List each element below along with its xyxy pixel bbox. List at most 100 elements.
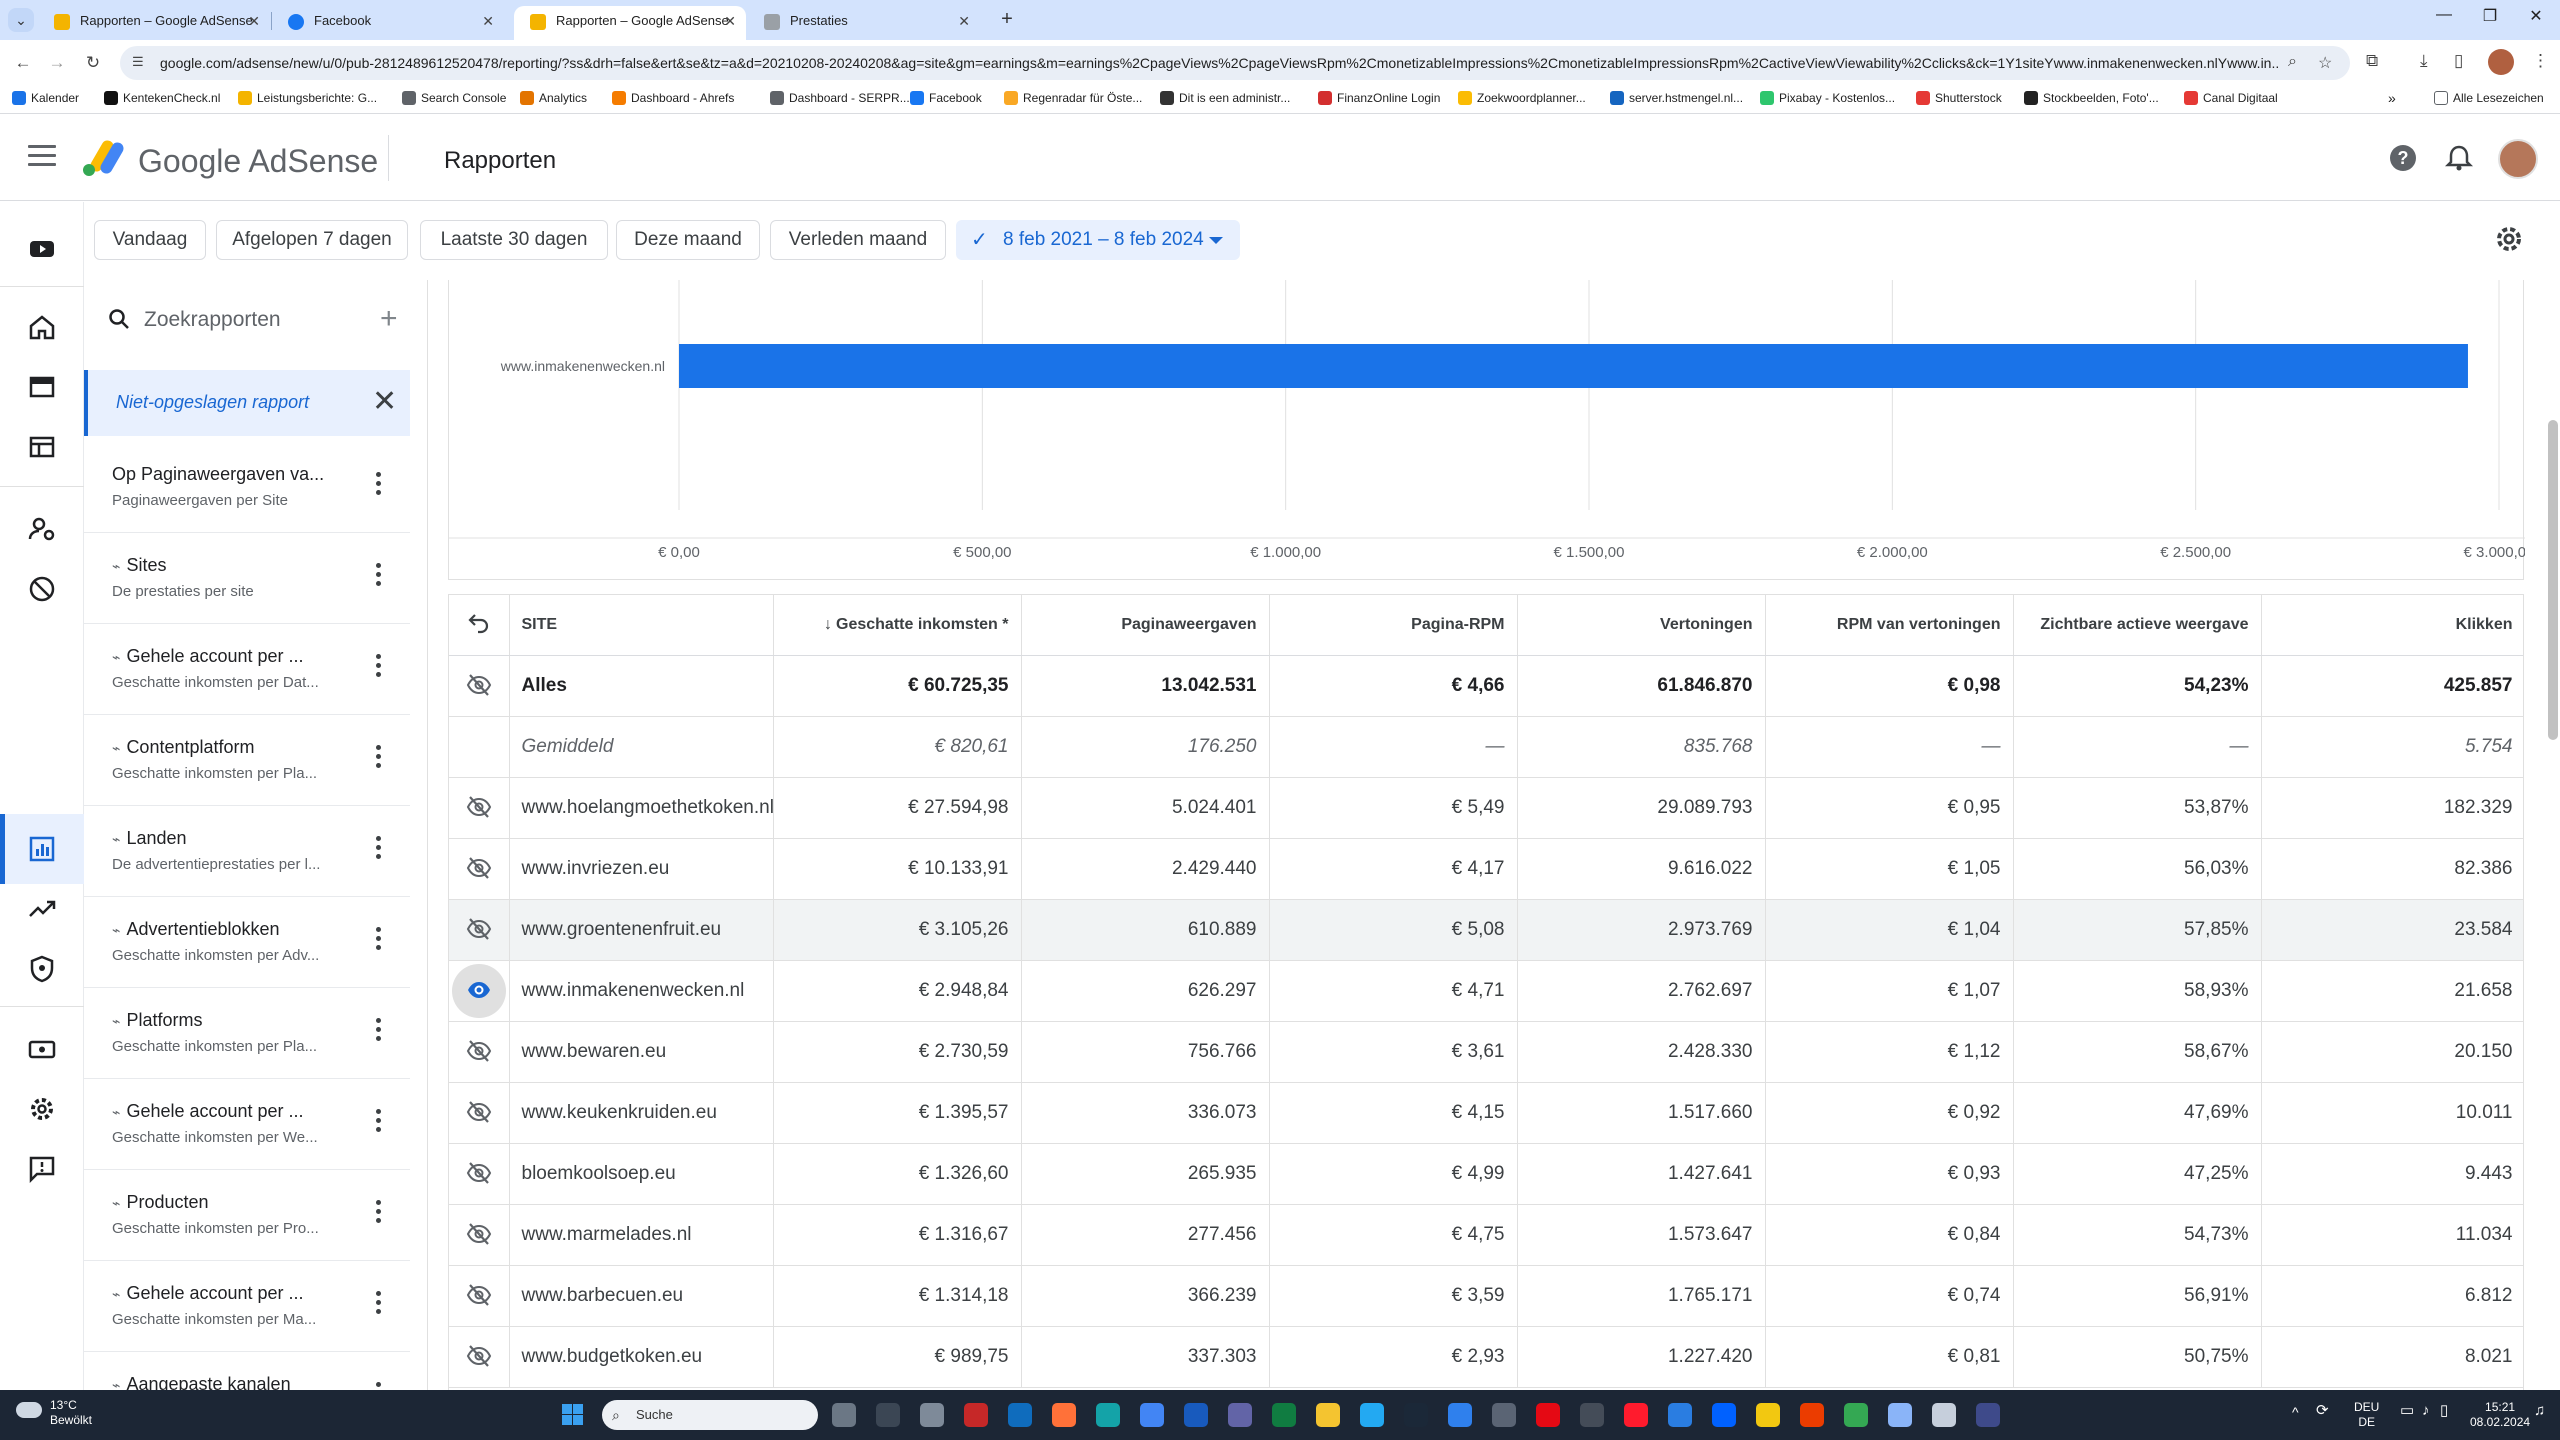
saved-report-item[interactable]: ⌁ Advertentieblokken Geschatte inkomsten p…: [84, 897, 410, 988]
more-vert-icon[interactable]: [376, 745, 382, 771]
volume-icon[interactable]: ♪: [2422, 1403, 2430, 1418]
privacy-messaging-icon[interactable]: [27, 514, 57, 544]
camera-icon[interactable]: [1580, 1403, 1604, 1427]
excel-icon[interactable]: [1272, 1403, 1296, 1427]
bookmark-item[interactable]: Shutterstock: [1916, 91, 2002, 105]
column-header-earnings[interactable]: ↓ Geschatte inkomsten *: [773, 595, 1022, 656]
table-row[interactable]: www.invriezen.eu € 10.133,91 2.429.440 € 4,…: [449, 838, 2523, 900]
minimize-icon[interactable]: —: [2424, 6, 2464, 24]
table-row[interactable]: www.bewaren.eu € 2.730,59 756.766 € 3,61 2.4…: [449, 1021, 2523, 1083]
optimization-trend-icon[interactable]: [27, 894, 57, 924]
visibility-toggle[interactable]: [449, 777, 510, 839]
zoom-icon[interactable]: ⌕: [2288, 53, 2297, 71]
chip-today[interactable]: Vandaag: [94, 220, 206, 260]
table-row[interactable]: www.keukenkruiden.eu € 1.395,57 336.073 € 4…: [449, 1082, 2523, 1144]
new-tab-plus-icon[interactable]: +: [995, 8, 1019, 32]
more-vert-icon[interactable]: [376, 927, 382, 953]
more-vert-icon[interactable]: [376, 836, 382, 862]
close-icon[interactable]: ✕: [372, 384, 397, 419]
saved-report-item[interactable]: ⌁ Contentplatform Geschatte inkomsten per …: [84, 715, 410, 806]
bookmark-item[interactable]: KentekenCheck.nl: [104, 91, 220, 105]
help-icon[interactable]: ?: [2388, 143, 2418, 173]
bookmark-item[interactable]: Kalender: [12, 91, 79, 105]
table-row[interactable]: Gemiddeld € 820,61 176.250—835.768— —5.754: [449, 716, 2523, 778]
saved-report-item[interactable]: ⌁ Platforms Geschatte inkomsten per Pla...: [84, 988, 410, 1079]
calendar-icon[interactable]: [1228, 1403, 1252, 1427]
main-menu-icon[interactable]: [28, 145, 56, 167]
more-vert-icon[interactable]: [376, 1291, 382, 1317]
outlook-icon[interactable]: [1008, 1403, 1032, 1427]
more-vert-icon[interactable]: [376, 472, 382, 498]
column-header-impression-rpm[interactable]: RPM van vertoningen: [1765, 595, 2014, 656]
saved-report-item[interactable]: ⌁ Gehele account per ... Geschatte inkomst…: [84, 1261, 410, 1352]
filezilla-icon[interactable]: [964, 1403, 988, 1427]
sync-icon[interactable]: ⟳: [2316, 1403, 2329, 1418]
browser-menu-icon[interactable]: ⋮: [2532, 51, 2549, 71]
tab-search-chevron-icon[interactable]: ⌄: [8, 8, 34, 32]
main-scrollbar[interactable]: [2548, 420, 2558, 740]
calculator-icon[interactable]: [1492, 1403, 1516, 1427]
visibility-toggle[interactable]: [449, 960, 510, 1022]
battery-icon[interactable]: ▯: [2440, 1403, 2448, 1418]
sites-icon[interactable]: [27, 432, 57, 462]
app-icon[interactable]: [1668, 1403, 1692, 1427]
side-panel-icon[interactable]: ▯: [2454, 51, 2463, 71]
visibility-toggle[interactable]: [449, 899, 510, 961]
reports-icon[interactable]: [27, 834, 57, 864]
photos-icon[interactable]: [1844, 1403, 1868, 1427]
url-text[interactable]: google.com/adsense/new/u/0/pub-281248961…: [160, 55, 2280, 71]
saved-report-item[interactable]: ⌁ Sites De prestaties per site: [84, 533, 410, 624]
restore-icon[interactable]: ❐: [2470, 6, 2510, 26]
bookmark-item[interactable]: FinanzOnline Login: [1318, 91, 1440, 105]
notepad-icon[interactable]: [1448, 1403, 1472, 1427]
bookmark-item[interactable]: Facebook: [910, 91, 982, 105]
steam-icon[interactable]: [1404, 1403, 1428, 1427]
dropbox-icon[interactable]: [1712, 1403, 1736, 1427]
tray-overflow-chevron-icon[interactable]: ^: [2292, 1405, 2299, 1420]
notification-bell-icon[interactable]: ♫: [2534, 1403, 2545, 1418]
saved-report-item[interactable]: ⌁ Aangepaste kanalen: [84, 1352, 410, 1390]
add-report-plus-icon[interactable]: +: [380, 302, 398, 336]
saved-report-item[interactable]: Op Paginaweergaven va... Paginaweergaven …: [84, 442, 410, 533]
visibility-toggle[interactable]: [449, 838, 510, 900]
more-vert-icon[interactable]: [376, 1109, 382, 1135]
windows-start-icon[interactable]: [562, 1404, 584, 1426]
browser-tab[interactable]: Rapporten – Google AdSense ✕: [38, 6, 270, 40]
reset-icon[interactable]: [449, 595, 510, 656]
chip-last-30-days[interactable]: Laatste 30 dagen: [420, 220, 608, 260]
other-bookmarks[interactable]: Alle Lesezeichen: [2434, 91, 2544, 105]
netflix-icon[interactable]: [1536, 1403, 1560, 1427]
saved-report-item[interactable]: ⌁ Landen De advertentieprestaties per l...: [84, 806, 410, 897]
column-header-clicks[interactable]: Klikken: [2261, 595, 2523, 656]
bookmark-item[interactable]: Regenradar für Öste...: [1004, 91, 1142, 105]
task-view-icon[interactable]: [832, 1403, 856, 1427]
widgets-icon[interactable]: [876, 1403, 900, 1427]
visibility-toggle[interactable]: [449, 1204, 510, 1266]
clock[interactable]: 15:21 08.02.2024: [2470, 1400, 2530, 1430]
saved-report-item[interactable]: ⌁ Gehele account per ... Geschatte inkomst…: [84, 624, 410, 715]
back-arrow-icon[interactable]: ←: [10, 50, 36, 76]
account-avatar[interactable]: [2498, 139, 2538, 179]
visibility-toggle[interactable]: [449, 1265, 510, 1327]
site-info-icon[interactable]: ☰: [132, 54, 150, 72]
column-header-pageviews[interactable]: Paginaweergaven: [1021, 595, 1270, 656]
search-input[interactable]: Zoekrapporten: [144, 308, 281, 332]
bookmark-item[interactable]: Stockbeelden, Foto'...: [2024, 91, 2159, 105]
chrome-icon[interactable]: [1140, 1403, 1164, 1427]
ads-icon[interactable]: [27, 372, 57, 402]
window-close-icon[interactable]: ✕: [2516, 6, 2556, 26]
table-row[interactable]: www.marmelades.nl € 1.316,67 277.456 € 4,75…: [449, 1204, 2523, 1266]
network-icon[interactable]: ▭: [2400, 1403, 2414, 1418]
column-header-impressions[interactable]: Vertoningen: [1517, 595, 1766, 656]
close-icon[interactable]: ✕: [958, 6, 970, 36]
address-bar[interactable]: ☰ google.com/adsense/new/u/0/pub-2812489…: [120, 46, 2350, 80]
yellow-app-icon[interactable]: [1756, 1403, 1780, 1427]
home-icon[interactable]: [27, 312, 57, 342]
bookmark-item[interactable]: Leistungsberichte: G...: [238, 91, 377, 105]
browser-tab[interactable]: Facebook ✕: [272, 6, 504, 40]
bookmark-item[interactable]: Dit is een administr...: [1160, 91, 1290, 105]
visibility-toggle[interactable]: [449, 1143, 510, 1205]
visibility-toggle[interactable]: [449, 1021, 510, 1083]
visibility-toggle[interactable]: [449, 1082, 510, 1144]
column-header-site[interactable]: SITE: [509, 595, 774, 656]
